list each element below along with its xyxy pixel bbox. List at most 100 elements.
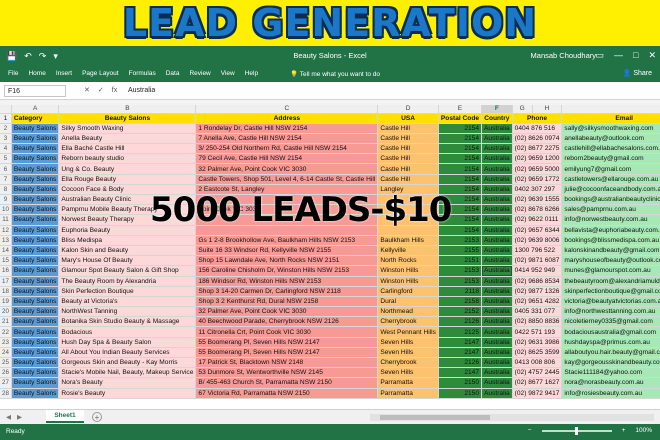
cell-address[interactable]: 55 Boomerang Pl, Seven Hills NSW 2147 bbox=[195, 337, 379, 348]
cell-city[interactable]: Castle Hill bbox=[377, 174, 439, 185]
add-sheet-button[interactable]: + bbox=[92, 412, 102, 422]
cell-phone[interactable]: (02) 9651 4282 bbox=[512, 296, 563, 308]
tab-view[interactable]: View bbox=[221, 70, 235, 77]
tab-page-layout[interactable]: Page Layout bbox=[82, 70, 119, 77]
tab-data[interactable]: Data bbox=[166, 70, 180, 77]
scrollbar-thumb[interactable] bbox=[380, 415, 490, 420]
share-button[interactable]: 👤 Share bbox=[623, 69, 652, 77]
cell-phone[interactable]: (02) 9659 5000 bbox=[512, 163, 563, 175]
cell-country[interactable]: Australia bbox=[481, 347, 513, 359]
cell-address[interactable]: 32 Palmer Ave, Point Cook VIC 3030 bbox=[195, 163, 379, 175]
cell-phone[interactable]: (02) 9659 1772 bbox=[512, 174, 563, 185]
cell-category[interactable]: Beauty Salons bbox=[11, 255, 60, 267]
cell-address[interactable]: 55 Boomerang Pl, Seven Hills NSW 2147 bbox=[195, 347, 379, 359]
cell-country[interactable]: Australia bbox=[481, 296, 513, 308]
cell-phone[interactable]: 0402 307 297 bbox=[512, 184, 563, 196]
cell-phone[interactable]: 1300 796 522 bbox=[512, 245, 563, 257]
cell-category[interactable]: Beauty Salons bbox=[11, 123, 60, 134]
cell-city[interactable]: Castle Hill bbox=[377, 163, 439, 175]
row-number[interactable]: 16 bbox=[0, 265, 12, 277]
cell-email[interactable]: info@rosiesbeauty.com.au bbox=[561, 388, 660, 399]
cell-city[interactable]: Castle Hill bbox=[377, 133, 439, 145]
cell-email[interactable]: reborn2beauty@gmail.com bbox=[561, 153, 660, 165]
cell-beauty-salon[interactable]: Anella Beauty bbox=[58, 133, 197, 145]
cell-phone[interactable]: (02) 4757 2445 bbox=[512, 367, 563, 379]
cell-category[interactable]: Beauty Salons bbox=[11, 133, 60, 145]
cell-country[interactable]: Australia bbox=[481, 326, 513, 338]
row-number[interactable]: 23 bbox=[0, 337, 12, 348]
cell-country[interactable]: Australia bbox=[481, 174, 513, 185]
cell-category[interactable]: Beauty Salons bbox=[11, 194, 60, 206]
cell-postal-code[interactable]: 2154 bbox=[438, 133, 483, 145]
cell-city[interactable]: Castle Hill bbox=[377, 123, 439, 134]
cell-address[interactable]: 40 Beechwood Parade, Cherrybrook NSW 212… bbox=[195, 316, 379, 328]
cell-phone[interactable]: (02) 9872 9417 bbox=[512, 388, 563, 399]
cell-address[interactable]: Suite 16 33 Windsor Rd, Kellyville NSW 2… bbox=[195, 245, 379, 257]
cell-city[interactable]: Carlingford bbox=[377, 286, 439, 297]
cell-category[interactable]: Beauty Salons bbox=[11, 235, 60, 246]
cell-beauty-salon[interactable]: Botanika Skin Studio Beauty & Massage bbox=[58, 316, 197, 328]
cell-email[interactable]: kalonskinandbeauty@gmail.com bbox=[561, 245, 660, 257]
cell-address[interactable]: 7 Anella Ave, Castle Hill NSW 2154 bbox=[195, 133, 379, 145]
cell-country[interactable]: Australia bbox=[481, 286, 513, 297]
row-number[interactable]: 14 bbox=[0, 245, 12, 257]
cell-category[interactable]: Beauty Salons bbox=[11, 276, 60, 287]
cell-postal-code[interactable]: 2125 bbox=[438, 326, 483, 338]
row-number[interactable]: 2 bbox=[0, 123, 12, 134]
cell-category[interactable]: Beauty Salons bbox=[11, 214, 60, 226]
cell-beauty-salon[interactable]: Bodacious bbox=[58, 326, 197, 338]
cell-postal-code[interactable]: 2154 bbox=[438, 174, 483, 185]
cell-category[interactable]: Beauty Salons bbox=[11, 245, 60, 257]
row-number[interactable]: 6 bbox=[0, 163, 12, 175]
cell-postal-code[interactable]: 2126 bbox=[438, 357, 483, 369]
row-number[interactable]: 10 bbox=[0, 204, 12, 216]
cell-city[interactable]: Winston Hills bbox=[377, 276, 439, 287]
row-number[interactable]: 9 bbox=[0, 194, 12, 206]
row-number[interactable]: 22 bbox=[0, 326, 12, 338]
tab-help[interactable]: Help bbox=[245, 70, 258, 77]
cell-category[interactable]: Beauty Salons bbox=[11, 153, 60, 165]
minimize-button[interactable]: — bbox=[614, 48, 623, 62]
cell-email[interactable]: Stacie111184@yahoo.com bbox=[561, 367, 660, 379]
header-cell-email[interactable]: Email bbox=[561, 113, 660, 124]
cell-city[interactable]: Parramatta bbox=[377, 377, 439, 389]
cell-country[interactable]: Australia bbox=[481, 388, 513, 399]
row-number[interactable]: 12 bbox=[0, 225, 12, 236]
cell-city[interactable]: West Pennant Hills bbox=[377, 326, 439, 338]
row-number[interactable]: 19 bbox=[0, 296, 12, 308]
cell-address[interactable]: 67 Victoria Rd, Parramatta NSW 2150 bbox=[195, 388, 379, 399]
zoom-out-button[interactable]: − bbox=[528, 427, 532, 434]
cell-email[interactable]: maryshouseofbeauty@outlook.com bbox=[561, 255, 660, 267]
cell-category[interactable]: Beauty Salons bbox=[11, 265, 60, 277]
zoom-level[interactable]: 100% bbox=[635, 427, 652, 434]
cell-email[interactable]: bookings@blissmedispa.com.au bbox=[561, 235, 660, 246]
cell-city[interactable]: Seven Hills bbox=[377, 367, 439, 379]
cell-email[interactable]: anellabeauty@outlook.com bbox=[561, 133, 660, 145]
cell-country[interactable]: Australia bbox=[481, 337, 513, 348]
cell-category[interactable]: Beauty Salons bbox=[11, 337, 60, 348]
cell-beauty-salon[interactable]: Ung & Co. Beauty bbox=[58, 163, 197, 175]
cell-beauty-salon[interactable]: Silky Smooth Waxing bbox=[58, 123, 197, 134]
zoom-slider[interactable] bbox=[541, 426, 612, 435]
cell-beauty-salon[interactable]: Kalon Skin and Beauty bbox=[58, 245, 197, 257]
cell-country[interactable]: Australia bbox=[481, 194, 513, 206]
cell-city[interactable]: Castle Hill bbox=[377, 143, 439, 155]
column-header-b[interactable]: B bbox=[58, 105, 197, 114]
cell-postal-code[interactable]: 2118 bbox=[438, 286, 483, 297]
cell-postal-code[interactable]: 2158 bbox=[438, 296, 483, 308]
cell-country[interactable]: Australia bbox=[481, 306, 513, 318]
cell-beauty-salon[interactable]: Ella Baché Castle Hill bbox=[58, 143, 197, 155]
tab-insert[interactable]: Insert bbox=[56, 70, 72, 77]
cell-country[interactable]: Australia bbox=[481, 204, 513, 216]
row-number[interactable]: 11 bbox=[0, 214, 12, 226]
cell-category[interactable]: Beauty Salons bbox=[11, 347, 60, 359]
cell-beauty-salon[interactable]: Reborn beauty studio bbox=[58, 153, 197, 165]
header-cell-city[interactable]: USA bbox=[377, 113, 439, 124]
spreadsheet-grid[interactable]: A B C D E F G H 1 Category Beauty Salons Address USA… bbox=[0, 105, 660, 409]
cell-category[interactable]: Beauty Salons bbox=[11, 388, 60, 399]
cell-city[interactable]: Cherrybrook bbox=[377, 357, 439, 369]
cell-address[interactable]: 32 Palmer Ave, Point Cook VIC 3030 bbox=[195, 306, 379, 318]
cell-city[interactable]: Northmead bbox=[377, 306, 439, 318]
cancel-entry-icon[interactable]: ✕ bbox=[84, 85, 90, 97]
cell-category[interactable]: Beauty Salons bbox=[11, 143, 60, 155]
